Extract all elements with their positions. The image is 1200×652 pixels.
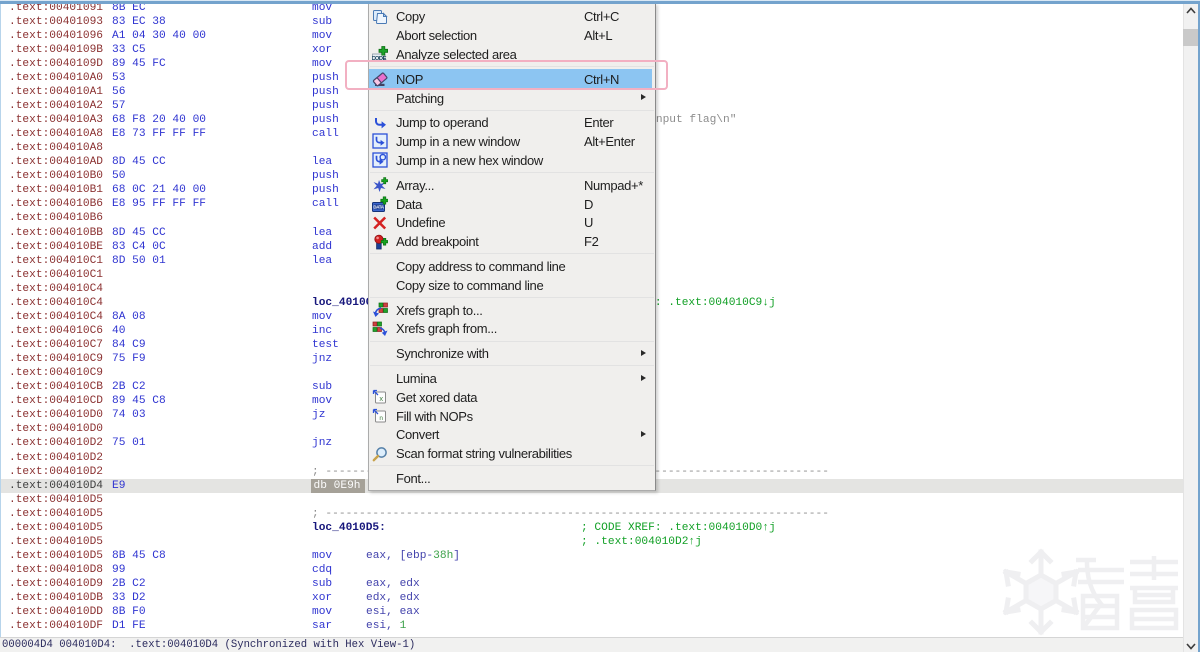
svg-text:x: x [379, 396, 383, 404]
svg-text:n: n [379, 415, 383, 422]
svg-text:DATA: DATA [373, 204, 384, 209]
